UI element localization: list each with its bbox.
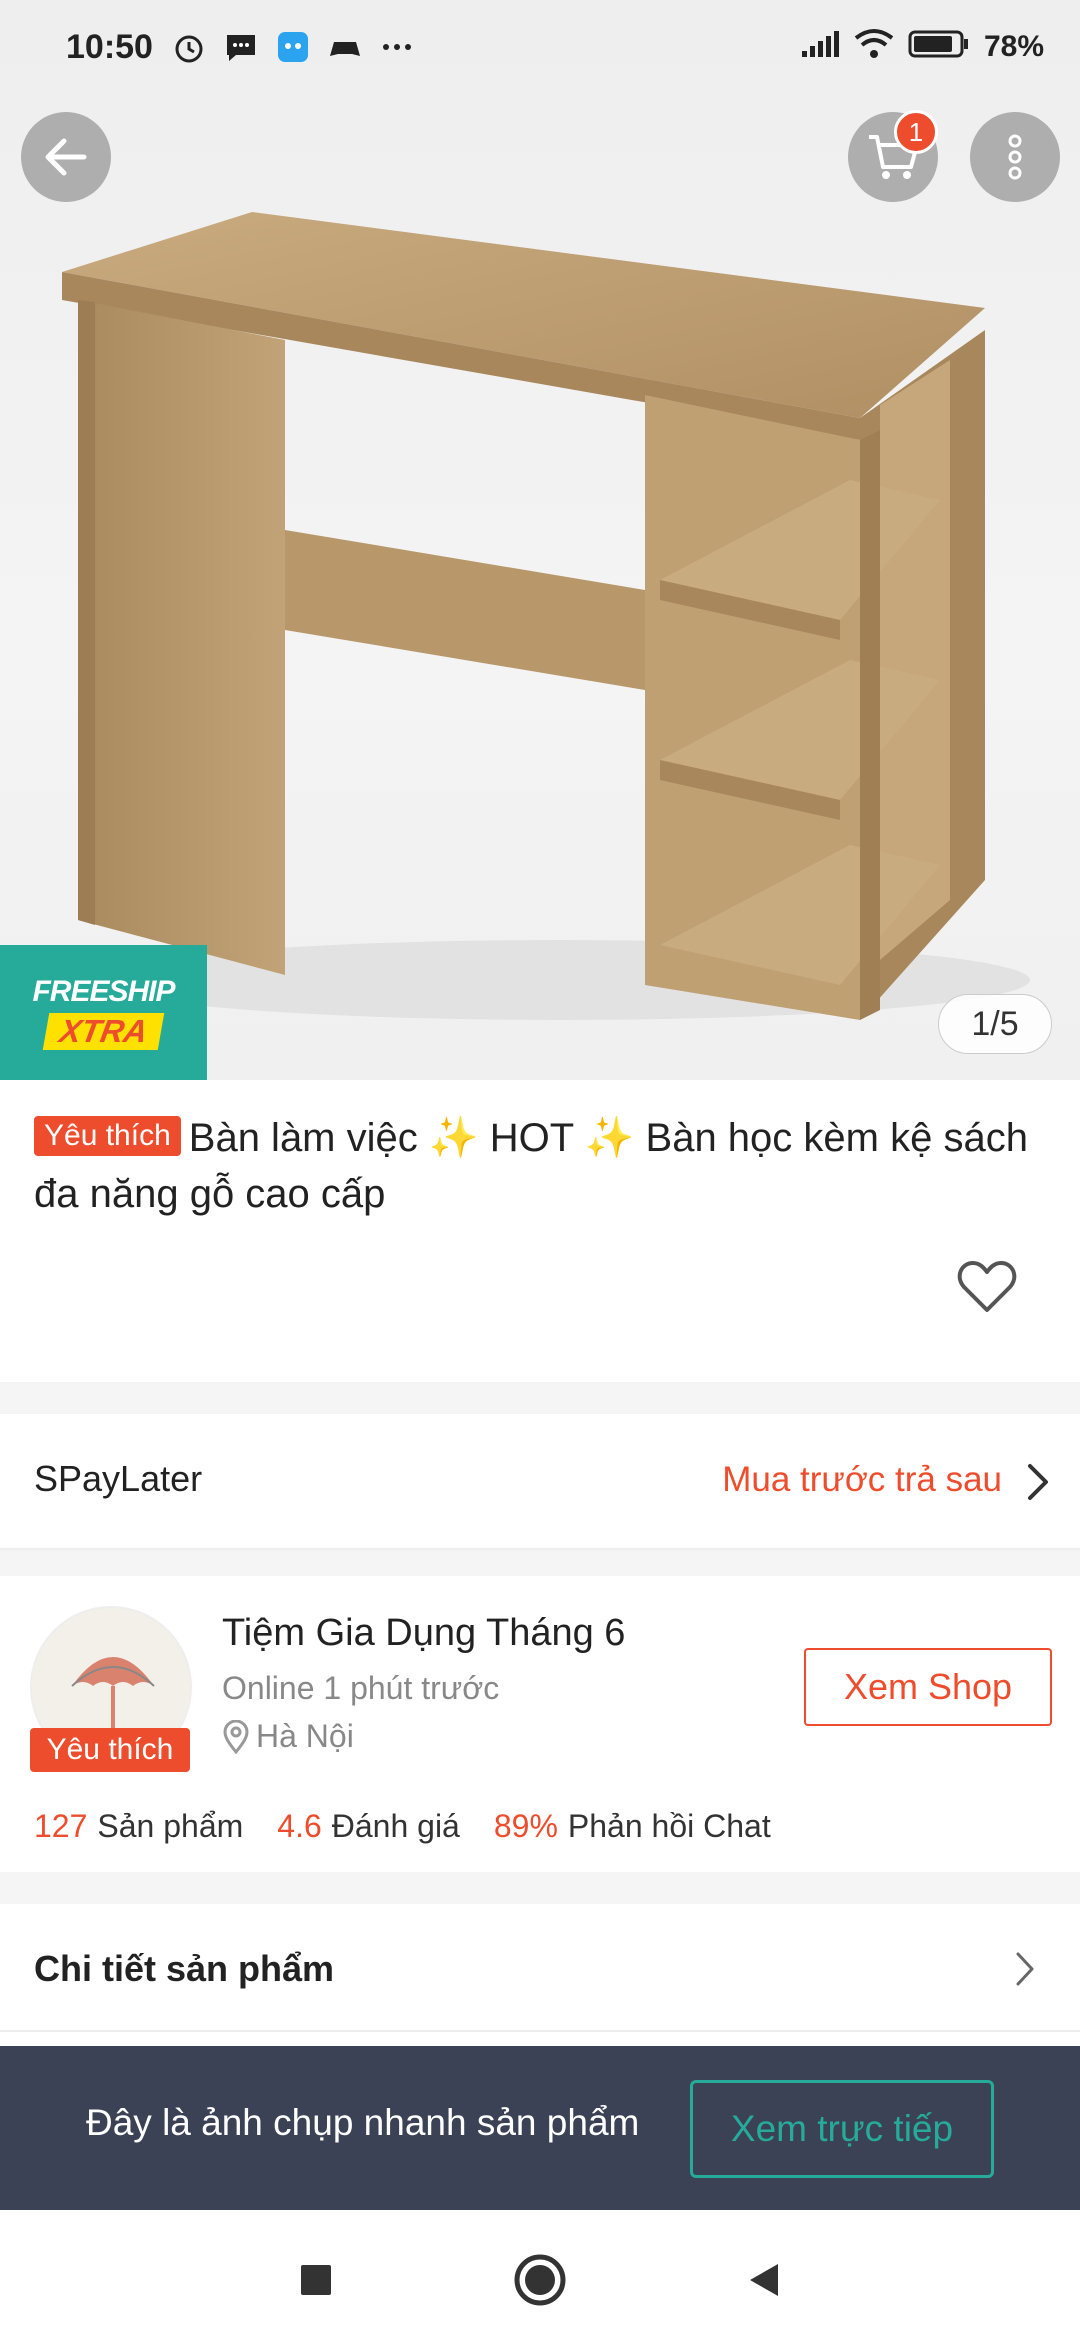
back-button[interactable] [21,112,111,202]
back-nav-button[interactable] [734,2250,794,2310]
location-pin-icon [223,1719,249,1754]
spaylater-value: Mua trước trả sau [722,1460,1002,1499]
product-title-text: Bàn làm việc ✨ HOT ✨ Bàn học kèm kệ sách… [34,1116,1028,1216]
wifi-icon [854,28,894,65]
arrow-left-icon [45,138,87,176]
stat-label: Phản hồi Chat [567,1808,771,1844]
shop-online-status: Online 1 phút trước [222,1670,500,1706]
spaylater-row[interactable]: SPayLater Mua trước trả sau [0,1414,1080,1550]
shop-section: Yêu thích Tiệm Gia Dụng Tháng 6 Online 1… [0,1576,1080,1872]
alarm-icon [170,28,208,66]
section-divider [0,1550,1080,1576]
stat-value: 127 [34,1808,88,1844]
cart-count-badge: 1 [894,110,938,154]
section-divider [0,1872,1080,1904]
app-icon [274,28,312,66]
product-details-label: Chi tiết sản phẩm [34,1948,335,1989]
favorite-badge: Yêu thích [34,1116,181,1156]
product-title-section: Yêu thích Bàn làm việc ✨ HOT ✨ Bàn học kè… [0,1080,1080,1382]
shop-name[interactable]: Tiệm Gia Dụng Tháng 6 [222,1612,625,1655]
triangle-back-icon [750,2264,778,2296]
message-icon [222,28,260,66]
shop-location: Hà Nội [222,1718,354,1755]
signal-icon [800,29,840,64]
shop-location-text: Hà Nội [256,1718,354,1754]
view-shop-button[interactable]: Xem Shop [804,1648,1052,1726]
stat-label: Đánh giá [331,1808,460,1844]
shop-stat-rating: 4.6 Đánh giá [277,1808,460,1845]
home-button[interactable] [510,2250,570,2310]
shop-stat-products: 127 Sản phẩm [34,1808,243,1845]
chevron-right-icon [1016,1952,1034,1986]
section-divider [0,1382,1080,1414]
shop-stat-chat-response: 89% Phản hồi Chat [494,1808,771,1845]
heart-icon[interactable] [956,1258,1018,1316]
stat-value: 89% [493,1808,558,1844]
snapshot-text: Đây là ảnh chụp nhanh sản phẩm [86,2102,640,2143]
square-icon [301,2265,331,2295]
status-time: 10:50 [66,28,153,66]
battery-icon [908,28,970,65]
freeship-xtra-badge: FREESHIP XTRA [0,945,207,1080]
image-counter: 1/5 [938,994,1052,1054]
battery-percentage: 78% [983,29,1044,63]
system-nav-bar [0,2210,1080,2340]
stat-value: 4.6 [277,1808,322,1844]
more-vertical-icon [1008,134,1022,180]
product-image[interactable]: 1 FREESHIP XTRA 1/5 [0,0,1080,1080]
shop-favorite-badge: Yêu thích [30,1728,190,1772]
circle-home-icon [514,2254,566,2306]
recents-button[interactable] [286,2250,346,2310]
more-options-button[interactable] [970,112,1060,202]
spaylater-label: SPayLater [34,1458,203,1499]
chevron-right-icon [1028,1464,1048,1500]
stat-label: Sản phẩm [97,1808,244,1844]
product-details-row[interactable]: Chi tiết sản phẩm [0,1904,1080,2032]
more-dots-icon [378,28,416,66]
xtra-label: XTRA [42,1013,165,1050]
status-bar: 10:50 78% [0,0,1080,100]
product-title: Yêu thích Bàn làm việc ✨ HOT ✨ Bàn học kè… [34,1110,1044,1222]
shop-stats: 127 Sản phẩm 4.6 Đánh giá 89% Phản hồi Chat [34,1808,771,1845]
freeship-label: FREESHIP [32,975,175,1008]
game-icon [326,28,364,66]
snapshot-banner: Đây là ảnh chụp nhanh sản phẩm Xem trực … [0,2046,1080,2210]
view-live-button[interactable]: Xem trực tiếp [690,2080,994,2178]
